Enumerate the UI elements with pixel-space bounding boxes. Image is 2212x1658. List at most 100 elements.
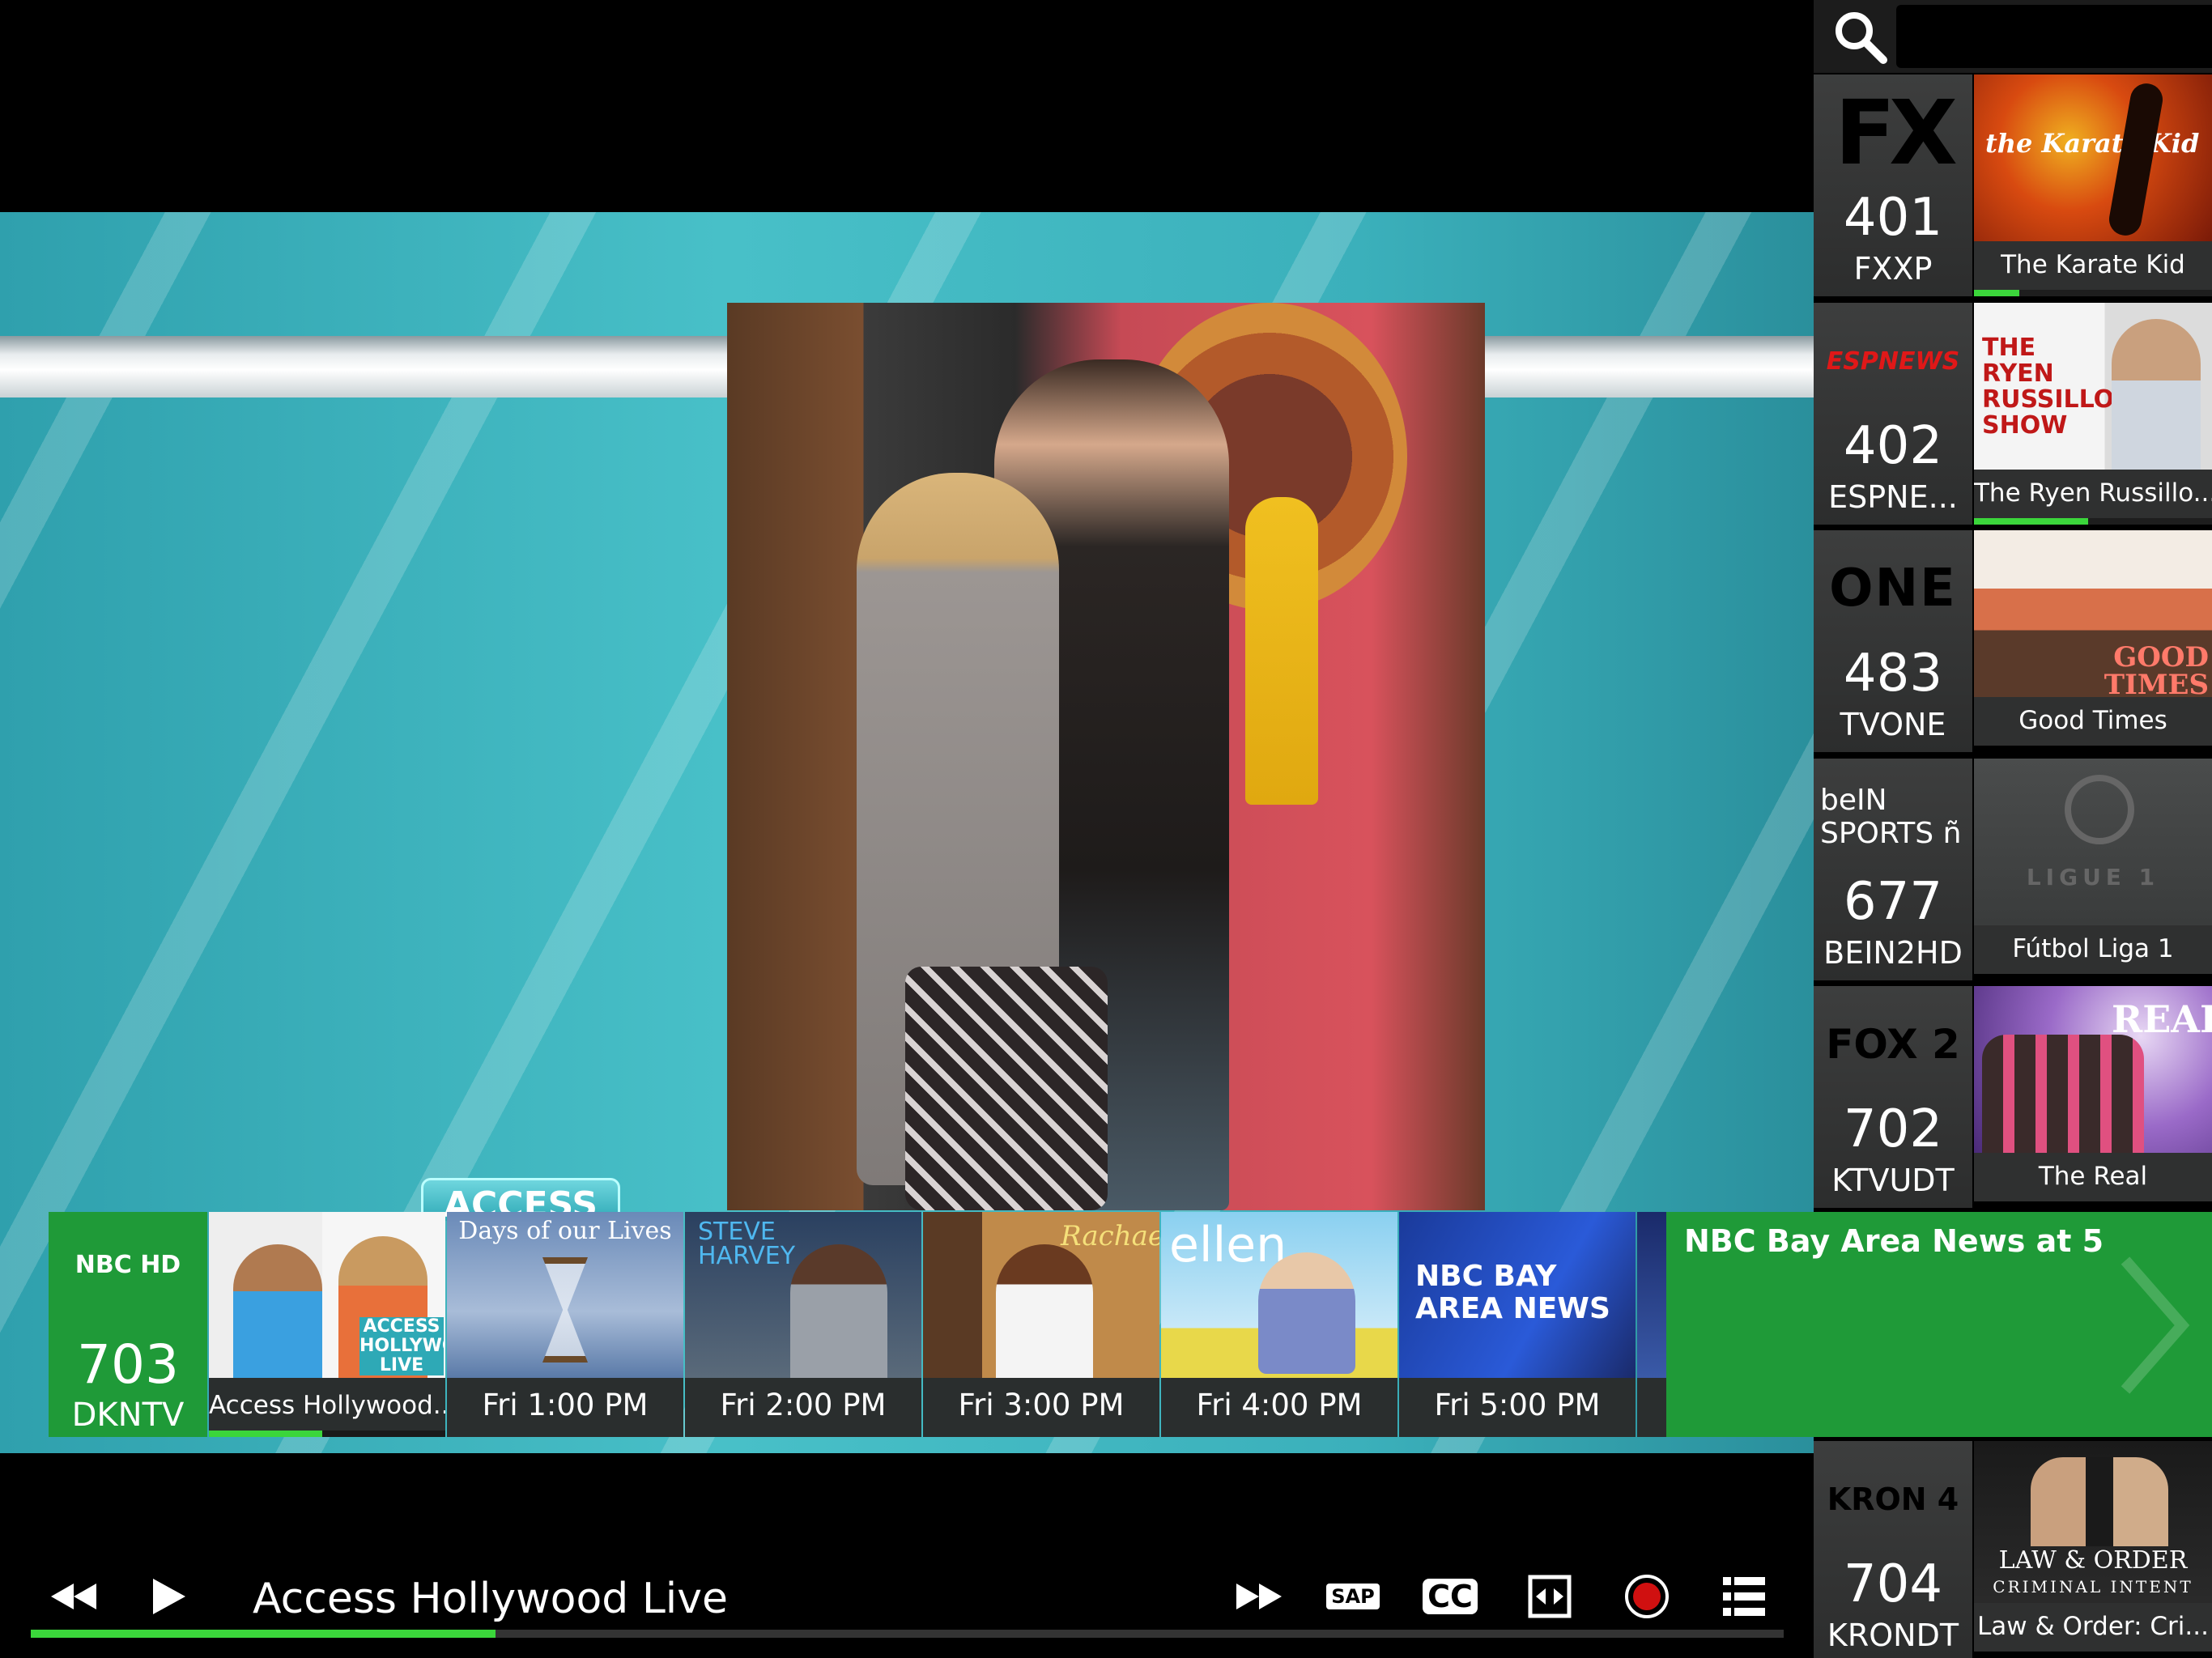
channel-number: 402	[1843, 416, 1943, 476]
now-playing-title: Access Hollywood Live	[253, 1575, 729, 1623]
program-thumbnail: NBC BAY AREA NEWS	[1399, 1212, 1636, 1378]
thumbnail-text: NBC BAY AREA NEWS	[1415, 1260, 1610, 1325]
progress-fill	[209, 1431, 323, 1437]
fox2-logo-icon: FOX 2	[1826, 1021, 1960, 1068]
playback-progress-bar[interactable]	[31, 1630, 1784, 1638]
playback-progress-fill	[31, 1630, 496, 1638]
guide-tile[interactable]: NBC BAY AREA NEWS Fri 5:00 PM	[1399, 1212, 1636, 1437]
search-input[interactable]	[1896, 5, 2212, 68]
fast-forward-icon	[1236, 1584, 1282, 1609]
channel-number: 702	[1843, 1099, 1943, 1159]
channel-row-704[interactable]: KRON 4 704 KRONDT LAW & ORDER CRIMINAL I…	[1814, 1441, 2212, 1658]
search-icon[interactable]	[1831, 8, 1890, 66]
program-thumbnail: ACCESS HOLLYWOOD LIVE	[209, 1212, 445, 1378]
channel-row-702[interactable]: FOX 2 702 KTVUDT REAL The Real	[1814, 986, 2212, 1208]
program-thumbnail: the Karate Kid	[1974, 74, 2212, 241]
people-shape	[2031, 1457, 2168, 1546]
fast-forward-button[interactable]	[1232, 1573, 1286, 1620]
program-progress	[1974, 290, 2212, 296]
person-shape	[790, 1244, 887, 1378]
nbc-logo-icon: NBC HD	[74, 1251, 181, 1279]
guide-strip: NBC HD 703 DKNTV ACCESS HOLLYWOOD LIVE A…	[49, 1212, 2212, 1437]
ligue-ball-icon	[2065, 775, 2134, 844]
tile-label: Fri 4:00 PM	[1161, 1378, 1397, 1437]
closed-caption-button[interactable]: CC	[1423, 1573, 1478, 1620]
channel-callsign: KTVUDT	[1831, 1163, 1955, 1198]
channel-callsign: DKNTV	[71, 1397, 185, 1434]
rewind-icon	[51, 1584, 96, 1609]
channel-row-677[interactable]: beIN SPORTS ñ 677 BEIN2HD LIGUE 1 Fútbol…	[1814, 759, 2212, 980]
program-thumbnail	[1637, 1212, 1666, 1378]
program-info-title: NBC Bay Area News at 5	[1684, 1223, 2104, 1259]
channel-callsign: FXXP	[1853, 251, 1933, 287]
channel-row-401[interactable]: FX 401 FXXP the Karate Kid The Karate Ki…	[1814, 74, 2212, 296]
record-icon	[1625, 1575, 1669, 1618]
channel-number: 483	[1843, 644, 1943, 704]
tile-label: Access Hollywood..	[209, 1378, 445, 1437]
guide-channel-cell[interactable]: NBC HD 703 DKNTV	[49, 1212, 207, 1437]
channel-row-483[interactable]: ONE 483 TVONE GOOD TIMES Good Times	[1814, 530, 2212, 752]
channel-row-402[interactable]: ESPNEWS 402 ESPNE... THE RYEN RUSSILLO S…	[1814, 303, 2212, 525]
aspect-ratio-button[interactable]	[1525, 1573, 1574, 1620]
thumbnail-text: Days of our Lives	[458, 1217, 672, 1245]
thumbnail-text: LIGUE 1	[2026, 864, 2160, 891]
thumbnail-text: THE RYEN RUSSILLO SHOW	[1982, 334, 2115, 440]
play-button[interactable]	[149, 1573, 189, 1620]
thumbnail-text: the Karate Kid	[1985, 128, 2200, 159]
program-thumbnail: STEVE HARVEY	[685, 1212, 921, 1378]
thumbnail-text: REAL	[2112, 997, 2212, 1041]
letterbox-top	[0, 0, 1814, 212]
chevron-right-icon[interactable]	[2117, 1252, 2190, 1398]
channel-cell: beIN SPORTS ñ 677 BEIN2HD	[1814, 759, 1972, 980]
rewind-button[interactable]	[47, 1573, 100, 1620]
guide-tile[interactable]: STEVE HARVEY Fri 2:00 PM	[685, 1212, 921, 1437]
search-bar	[1814, 0, 2212, 73]
cc-label: CC	[1423, 1579, 1478, 1614]
program-thumbnail: Rachael	[923, 1212, 1159, 1378]
guide-tile[interactable]: ellen Fri 4:00 PM	[1161, 1212, 1397, 1437]
channel-number: 703	[77, 1333, 179, 1396]
list-icon	[1723, 1577, 1765, 1616]
fx-logo-icon: FX	[1835, 81, 1958, 185]
program-thumbnail: GOOD TIMES	[1974, 530, 2212, 697]
program-info-panel[interactable]: NBC Bay Area News at 5	[1666, 1212, 2212, 1437]
channel-number: 401	[1843, 188, 1943, 248]
guide-tile[interactable]: Days of our Lives Fri 1:00 PM	[447, 1212, 683, 1437]
thumbnail-text: GOOD TIMES	[2104, 641, 2209, 697]
guide-tile[interactable]: ACCESS HOLLYWOOD LIVE Access Hollywood..	[209, 1212, 445, 1437]
person-shape	[2112, 319, 2201, 470]
people-shape	[1982, 1035, 2144, 1153]
channel-callsign: TVONE	[1840, 707, 1946, 742]
thumbnail-text: Rachael	[1061, 1220, 1159, 1252]
guide-tile-partial[interactable]	[1637, 1212, 1666, 1437]
thumbnail-text: CRIMINAL INTENT	[1993, 1577, 2193, 1596]
silhouette-shape	[2106, 80, 2166, 239]
channel-number: 704	[1843, 1554, 1943, 1614]
program-thumbnail: ellen	[1161, 1212, 1397, 1378]
record-button[interactable]	[1623, 1573, 1671, 1620]
tvone-logo-icon: ONE	[1829, 559, 1957, 619]
guide-list-button[interactable]	[1720, 1573, 1768, 1620]
aspect-ratio-icon	[1528, 1575, 1572, 1618]
tile-label: Fri 1:00 PM	[447, 1378, 683, 1437]
program-title: The Karate Kid	[1974, 241, 2212, 290]
suitcase-shape	[905, 967, 1108, 1210]
sap-button[interactable]: SAP	[1326, 1573, 1380, 1620]
video-frame	[727, 303, 1485, 1210]
tile-label-empty	[1637, 1378, 1666, 1437]
control-bar: Access Hollywood Live SAP CC	[0, 1453, 1814, 1658]
program-thumbnail: LIGUE 1	[1974, 759, 2212, 925]
tile-label: Fri 2:00 PM	[685, 1378, 921, 1437]
tile-label: Fri 5:00 PM	[1399, 1378, 1636, 1437]
thumbnail-text: LAW & ORDER	[1998, 1546, 2188, 1575]
program-title: Good Times	[1974, 697, 2212, 746]
guide-tile[interactable]: Rachael Fri 3:00 PM	[923, 1212, 1159, 1437]
kron4-logo-icon: KRON 4	[1827, 1482, 1959, 1517]
person-shape	[233, 1244, 322, 1378]
sap-label: SAP	[1326, 1584, 1380, 1609]
channel-callsign: KRONDT	[1827, 1618, 1959, 1653]
program-thumbnail: Days of our Lives	[447, 1212, 683, 1378]
bow-shape	[1245, 497, 1318, 805]
channel-cell: KRON 4 704 KRONDT	[1814, 1441, 1972, 1658]
progress-fill	[1974, 290, 2019, 296]
